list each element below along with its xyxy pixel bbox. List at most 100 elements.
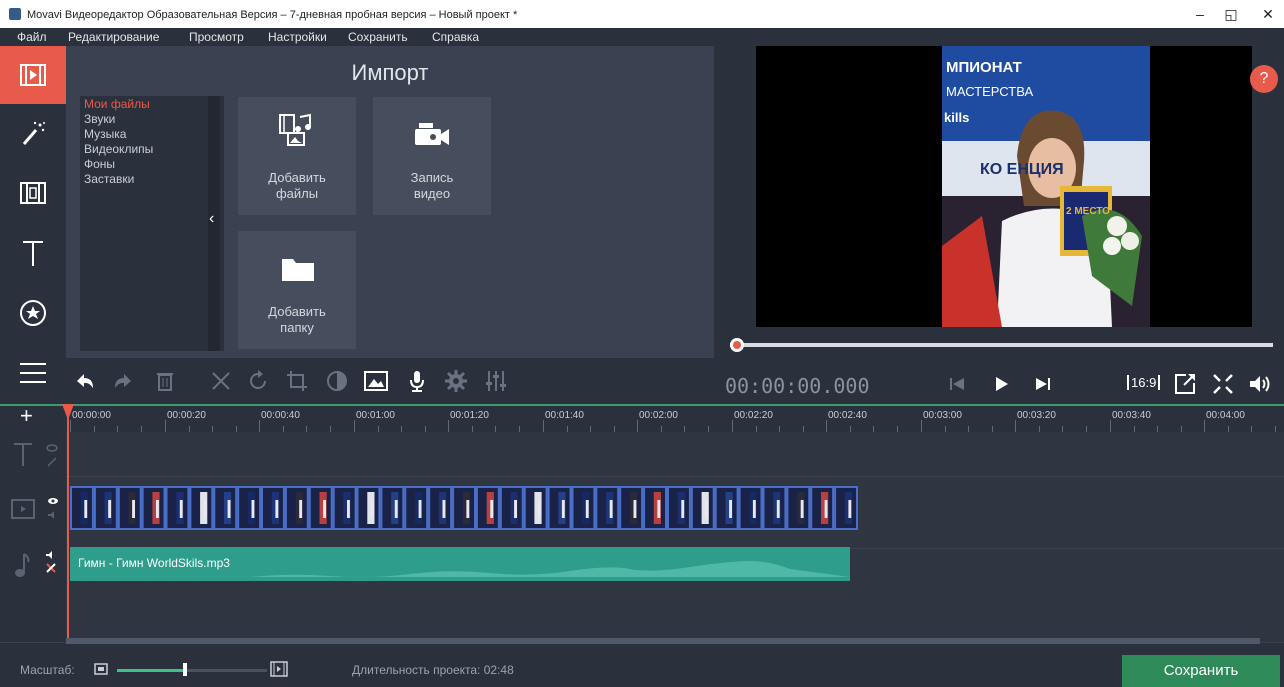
undo-icon[interactable] <box>71 368 97 394</box>
video-frame-thumbnail <box>595 486 620 530</box>
save-button[interactable]: Сохранить <box>1122 655 1280 687</box>
aspect-ratio-button[interactable]: 16:9 <box>1127 375 1161 390</box>
help-button[interactable]: ? <box>1250 65 1278 93</box>
close-button[interactable]: ✕ <box>1256 3 1280 25</box>
filters-tab[interactable] <box>0 104 66 162</box>
magic-wand-icon <box>22 121 45 145</box>
category-music[interactable]: Музыка <box>84 128 126 140</box>
equalizer-icon[interactable] <box>483 368 509 394</box>
photo-caption-1: МПИОНАТ <box>946 59 1022 76</box>
transitions-tab[interactable] <box>0 164 66 222</box>
menu-bar: Файл Редактирование Просмотр Настройки С… <box>0 28 1284 46</box>
playhead-handle[interactable] <box>62 404 74 420</box>
app-icon <box>9 8 21 20</box>
category-videoclips[interactable]: Видеоклипы <box>84 143 153 155</box>
more-icon <box>20 363 46 383</box>
delete-icon[interactable] <box>152 368 178 394</box>
text-track-icon <box>14 443 58 467</box>
category-sounds[interactable]: Звуки <box>84 113 115 125</box>
video-frame-thumbnail <box>547 486 572 530</box>
menu-settings[interactable]: Настройки <box>268 30 327 44</box>
add-files-button[interactable]: Добавить файлы <box>238 97 356 215</box>
seek-bar[interactable] <box>730 343 1273 347</box>
video-frame-thumbnail <box>810 486 835 530</box>
minimize-button[interactable]: – <box>1188 3 1212 25</box>
video-frame-thumbnail <box>452 486 477 530</box>
fullscreen-icon[interactable] <box>1210 371 1236 397</box>
record-video-label-1: Запись <box>410 170 454 185</box>
add-folder-button[interactable]: Добавить папку <box>238 231 356 349</box>
video-frame-thumbnail <box>571 486 596 530</box>
video-clip[interactable] <box>70 486 858 530</box>
left-toolbar <box>0 46 66 404</box>
video-frame-thumbnail <box>499 486 524 530</box>
color-adjust-icon[interactable] <box>324 368 350 394</box>
folder-icon <box>282 259 314 281</box>
titles-track[interactable] <box>0 432 1284 477</box>
video-frame-thumbnail <box>762 486 787 530</box>
menu-view[interactable]: Просмотр <box>189 30 244 44</box>
detach-preview-icon[interactable] <box>1172 371 1198 397</box>
category-my-files[interactable]: Мои файлы <box>84 98 150 110</box>
ruler-tick-label: 00:03:00 <box>923 410 962 421</box>
skip-forward-icon[interactable] <box>1030 371 1056 397</box>
import-tab[interactable] <box>0 46 66 104</box>
photo-caption-2: МАСТЕРСТВА <box>946 84 1033 99</box>
video-frame-thumbnail <box>213 486 238 530</box>
add-folder-label-2: папку <box>280 320 314 335</box>
ruler-tick <box>448 420 449 432</box>
crop-icon[interactable] <box>284 368 310 394</box>
volume-icon[interactable] <box>1247 371 1273 397</box>
skip-back-icon[interactable] <box>944 371 970 397</box>
preview-frame-image: МПИОНАТ МАСТЕРСТВА kills КО ЕНЦИЯ 2 МЕСТ… <box>942 46 1150 327</box>
video-frame-thumbnail <box>165 486 190 530</box>
import-title: Импорт <box>351 60 429 85</box>
video-frame-thumbnail <box>523 486 548 530</box>
menu-file[interactable]: Файл <box>17 30 47 44</box>
titles-tab[interactable] <box>0 224 66 282</box>
image-icon[interactable] <box>363 368 389 394</box>
more-tab[interactable] <box>0 344 66 402</box>
video-camera-icon <box>415 123 449 145</box>
ruler-tick-label: 00:00:00 <box>72 410 111 421</box>
video-frame-thumbnail <box>475 486 500 530</box>
microphone-icon[interactable] <box>404 368 430 394</box>
menu-edit[interactable]: Редактирование <box>68 30 159 44</box>
video-frame-thumbnail <box>380 486 405 530</box>
ruler-tick <box>354 420 355 432</box>
seek-knob[interactable] <box>730 338 744 352</box>
category-backgrounds[interactable]: Фоны <box>84 158 115 170</box>
cut-icon[interactable] <box>208 368 234 394</box>
ruler-tick-label: 00:01:40 <box>545 410 584 421</box>
video-frame-thumbnail <box>237 486 262 530</box>
ruler-tick <box>637 420 638 432</box>
category-collapse-bar[interactable]: ‹ <box>206 96 224 351</box>
redo-icon[interactable] <box>111 368 137 394</box>
collapse-arrow-icon[interactable]: ‹ <box>209 210 214 228</box>
menu-help[interactable]: Справка <box>432 30 479 44</box>
stickers-tab[interactable] <box>0 284 66 342</box>
import-icon <box>20 64 46 86</box>
video-frame-thumbnail <box>690 486 715 530</box>
audio-track-icon <box>15 551 56 577</box>
video-frame-thumbnail <box>667 486 691 530</box>
audio-clip[interactable]: Гимн - Гимн WorldSkils.mp3 <box>70 547 850 581</box>
zoom-slider-knob[interactable] <box>183 663 187 676</box>
play-icon[interactable] <box>988 371 1014 397</box>
playhead[interactable] <box>67 404 69 640</box>
gear-icon[interactable] <box>443 368 469 394</box>
status-bar: Масштаб: Длительность проекта: 02:48 <box>0 645 1284 687</box>
video-frame-thumbnail <box>356 486 381 530</box>
menu-save[interactable]: Сохранить <box>348 30 408 44</box>
add-track-button[interactable]: + <box>20 405 33 427</box>
maximize-button[interactable]: ◱ <box>1219 3 1243 25</box>
record-video-button[interactable]: Запись видео <box>373 97 491 215</box>
zoom-in-icon[interactable] <box>270 661 288 677</box>
ruler-tick-label: 00:03:40 <box>1112 410 1151 421</box>
category-intros[interactable]: Заставки <box>84 173 134 185</box>
video-frame-thumbnail <box>428 486 453 530</box>
zoom-out-icon[interactable] <box>94 663 108 675</box>
rotate-icon[interactable] <box>245 368 271 394</box>
video-frame-thumbnail <box>308 486 333 530</box>
timeline-scrollbar[interactable] <box>66 638 1260 644</box>
